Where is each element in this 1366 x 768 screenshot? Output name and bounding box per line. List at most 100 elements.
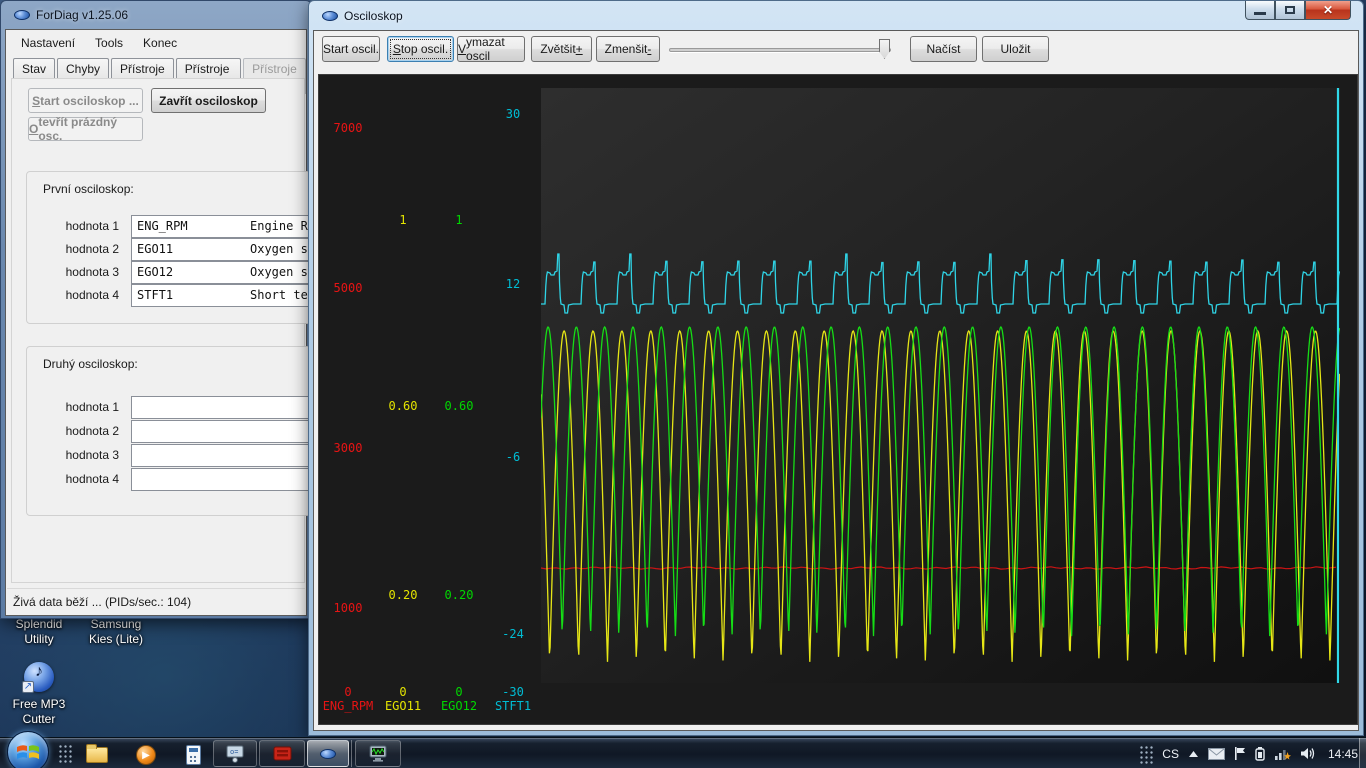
- desktop-icon-splendid-utility[interactable]: Splendid Utility: [2, 617, 76, 647]
- scale-tick-ego11: 0.60: [388, 399, 418, 413]
- scale-tick-ego11: 1: [399, 213, 407, 227]
- first-oscilloscope-group: První osciloskop: hodnota 1 ENG_RPM Engine…: [26, 171, 331, 324]
- value-field-stft1[interactable]: STFT1 Short term: [131, 284, 331, 307]
- value-row-label: hodnota 2: [65, 242, 119, 256]
- menu-item-tools[interactable]: Tools: [85, 32, 133, 54]
- action-center-flag-icon[interactable]: [1234, 747, 1246, 760]
- clock[interactable]: 14:45: [1328, 747, 1358, 761]
- oscilloscope-window: Osciloskop ✕ Start oscil. Stop oscil. Vyma…: [308, 0, 1364, 736]
- value-row-2: hodnota 2 EGO11 Oxygen sens: [27, 238, 331, 261]
- show-desktop-button[interactable]: [1359, 738, 1366, 768]
- menu-bar: Nastavení Tools Konec: [7, 31, 305, 54]
- music-note-icon: ♪: [35, 663, 43, 680]
- value-row-2: hodnota 2: [27, 420, 331, 443]
- taskbar-app-diagnostic[interactable]: [259, 740, 305, 767]
- battery-icon[interactable]: [1255, 746, 1265, 761]
- taskbar-app-projector[interactable]: o=: [213, 740, 257, 767]
- start-oscil-button[interactable]: Start oscil.: [322, 36, 380, 62]
- scale-current-value-ego12: 0: [455, 685, 463, 699]
- value-row-4: hodnota 4 STFT1 Short term: [27, 284, 331, 307]
- load-button[interactable]: Načíst: [910, 36, 977, 62]
- scale-tick-ego12: 0.20: [444, 588, 474, 602]
- taskbar-separator: [351, 740, 352, 767]
- scale-tick-stft1: 12: [505, 277, 521, 291]
- close-oscilloscope-button[interactable]: Zavřít osciloskop: [151, 88, 266, 113]
- calculator-launcher[interactable]: [186, 742, 210, 766]
- hidden-icons-chevron-icon[interactable]: [1188, 750, 1199, 758]
- desktop-icon-samsung-kies[interactable]: Samsung Kies (Lite): [72, 617, 160, 647]
- close-icon: ✕: [1322, 3, 1334, 17]
- network-icon[interactable]: [1274, 747, 1291, 761]
- caption-buttons: ✕: [1245, 1, 1351, 20]
- language-indicator[interactable]: CS: [1162, 747, 1179, 761]
- fordiag-app-icon: [14, 10, 30, 20]
- timeline-slider-track[interactable]: [669, 48, 891, 52]
- scale-current-value-eng-rpm: 0: [344, 685, 352, 699]
- zmensit-button[interactable]: Zmenšit -: [596, 36, 660, 62]
- fordiag-window: ForDiag v1.25.06 Nastavení Tools Konec Sta…: [0, 0, 331, 619]
- menu-item-nastaveni[interactable]: Nastavení: [11, 32, 85, 54]
- calculator-icon: [186, 745, 201, 765]
- value-field-eng-rpm[interactable]: ENG_RPM Engine RPM: [131, 215, 331, 238]
- scope-plot-area[interactable]: [541, 88, 1340, 683]
- zvetsit-button[interactable]: Zvětšit +: [531, 36, 592, 62]
- volume-icon[interactable]: [1300, 747, 1315, 760]
- taskbar-app-oscilloscope[interactable]: [355, 740, 401, 767]
- second-oscilloscope-group-title: Druhý osciloskop:: [43, 357, 138, 371]
- media-player-icon: ▶: [136, 745, 156, 765]
- minimize-button[interactable]: [1245, 1, 1275, 20]
- media-player-launcher[interactable]: ▶: [136, 742, 160, 766]
- desktop-icon-free-mp3-cutter[interactable]: Free MP3 Cutter: [0, 697, 78, 727]
- value-field-empty-2[interactable]: [131, 420, 331, 443]
- value-field-ego12[interactable]: EGO12 Oxygen sens: [131, 261, 331, 284]
- value-row-1: hodnota 1 ENG_RPM Engine RPM: [27, 215, 331, 238]
- minimize-icon: [1254, 12, 1266, 15]
- close-button[interactable]: ✕: [1305, 1, 1351, 20]
- scale-name-ego11: EGO11: [384, 699, 422, 713]
- pid-code: EGO11: [137, 242, 174, 256]
- status-text: Živá data běží ... (PIDs/sec.: 104): [13, 594, 192, 609]
- scale-name-eng-rpm: ENG_RPM: [322, 699, 374, 713]
- stop-oscil-button[interactable]: Stop oscil.: [387, 36, 454, 62]
- value-field-empty-1[interactable]: [131, 396, 331, 419]
- scale-tick-eng-rpm: 7000: [333, 121, 363, 135]
- taskbar-app-fordiag[interactable]: [307, 740, 349, 767]
- fordiag-titlebar[interactable]: ForDiag v1.25.06: [5, 1, 307, 29]
- menu-item-konec[interactable]: Konec: [133, 32, 187, 54]
- value-row-3: hodnota 3: [27, 444, 331, 467]
- value-row-label: hodnota 1: [65, 219, 119, 233]
- explorer-launcher[interactable]: [86, 742, 110, 766]
- waveform-canvas: [541, 88, 1340, 683]
- folder-icon: [86, 744, 108, 763]
- mail-icon[interactable]: [1207, 747, 1225, 760]
- scale-tick-eng-rpm: 3000: [333, 441, 363, 455]
- start-oscilloscope-button[interactable]: Start osciloskop ...: [28, 88, 143, 113]
- maximize-icon: [1285, 6, 1295, 14]
- scale-current-value-ego11: 0: [399, 685, 407, 699]
- projector-screen-icon: o=: [226, 745, 244, 763]
- tray-grip: [1139, 744, 1154, 765]
- start-button[interactable]: [7, 731, 49, 768]
- save-button[interactable]: Uložit: [982, 36, 1049, 62]
- windows-logo-icon: [17, 745, 39, 759]
- scale-tick-ego11: 0.20: [388, 588, 418, 602]
- timeline-slider-thumb[interactable]: [879, 39, 890, 59]
- scale-name-ego12: EGO12: [440, 699, 478, 713]
- pid-code: ENG_RPM: [137, 219, 188, 233]
- scale-tick-stft1: -24: [502, 627, 524, 641]
- value-field-empty-4[interactable]: [131, 468, 331, 491]
- maximize-button[interactable]: [1275, 1, 1305, 20]
- svg-text:o=: o=: [230, 749, 238, 757]
- value-field-ego11[interactable]: EGO11 Oxygen sens: [131, 238, 331, 261]
- vymazat-oscil-button[interactable]: Vymazat oscil: [457, 35, 525, 63]
- free-mp3-cutter-icon[interactable]: ♪ ↗: [22, 662, 54, 693]
- fordiag-window-title: ForDiag v1.25.06: [36, 8, 129, 22]
- value-field-empty-3[interactable]: [131, 444, 331, 467]
- wave-stft1: [541, 253, 1340, 314]
- value-row-label: hodnota 3: [65, 448, 119, 462]
- open-empty-oscilloscope-button[interactable]: Otevřít prázdný osc.: [28, 115, 143, 143]
- scale-tick-stft1: -6: [505, 450, 521, 464]
- scale-tick-eng-rpm: 5000: [333, 281, 363, 295]
- oscilloscope-titlebar[interactable]: Osciloskop: [313, 1, 1359, 30]
- pid-code: EGO12: [137, 265, 174, 279]
